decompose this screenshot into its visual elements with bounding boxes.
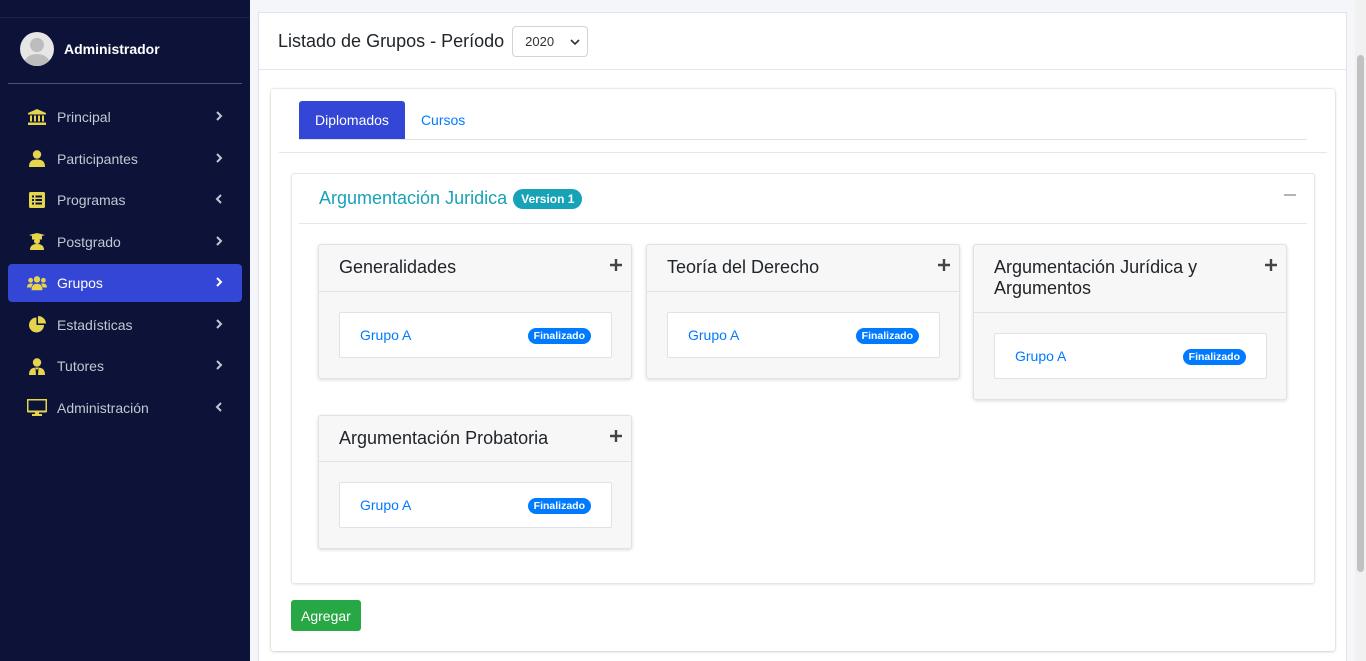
plus-icon[interactable] (937, 258, 951, 272)
groups-card: Diplomados Cursos Argumentación Juridica… (271, 89, 1335, 651)
tab-diplomados[interactable]: Diplomados (299, 101, 405, 139)
scrollbar[interactable] (1355, 0, 1366, 661)
period-select-value: 2020 (525, 33, 555, 49)
module-card: Argumentación Probatoria Grupo A Finaliz… (318, 415, 632, 549)
pie-chart-icon (27, 316, 47, 334)
module-title: Argumentación Jurídica y Argumentos (994, 257, 1198, 298)
divider (279, 152, 1327, 153)
chevron-down-icon (570, 38, 580, 45)
group-link[interactable]: Grupo A (360, 327, 411, 343)
status-badge: Finalizado (1182, 349, 1246, 365)
group-link[interactable]: Grupo A (688, 327, 739, 343)
sidebar: Administrador Principal Participantes Pr… (0, 0, 250, 661)
sidebar-item-participantes[interactable]: Participantes (8, 140, 242, 178)
plus-icon[interactable] (609, 258, 623, 272)
module-header: Argumentación Probatoria (319, 416, 631, 462)
period-select[interactable]: 2020 (512, 25, 589, 57)
group-item[interactable]: Grupo A Finalizado (339, 312, 612, 358)
status-badge: Finalizado (527, 328, 591, 344)
chevron-right-icon (216, 111, 223, 121)
user-icon (27, 150, 47, 168)
chevron-right-icon (216, 235, 223, 246)
module-card: Generalidades Grupo A Finalizado (318, 244, 632, 379)
group-link[interactable]: Grupo A (360, 497, 411, 513)
users-icon (27, 274, 47, 292)
module-title: Argumentación Probatoria (339, 428, 549, 448)
status-badge: Finalizado (527, 498, 591, 514)
group-item[interactable]: Grupo A Finalizado (667, 312, 940, 358)
sidebar-item-label: Programas (57, 192, 126, 208)
plus-icon[interactable] (609, 429, 623, 443)
module-card: Teoría del Derecho Grupo A Finalizado (646, 244, 960, 379)
chevron-left-icon (215, 401, 222, 412)
version-badge: Version 1 (513, 188, 583, 209)
sidebar-item-tutores[interactable]: Tutores (8, 347, 242, 385)
user-panel[interactable]: Administrador (20, 32, 160, 66)
divider (8, 83, 242, 84)
sidebar-item-label: Grupos (57, 275, 103, 291)
avatar (20, 32, 54, 66)
page-header: Listado de Grupos - Período 2020 (259, 13, 1346, 70)
plus-icon[interactable] (1264, 258, 1278, 272)
chevron-right-icon (216, 360, 223, 370)
status-badge: Finalizado (855, 328, 919, 344)
group-link[interactable]: Grupo A (1015, 348, 1066, 364)
module-title: Teoría del Derecho (667, 257, 820, 277)
program-tabs: Diplomados Cursos (299, 101, 1307, 140)
collapse-button[interactable] (1284, 194, 1296, 196)
scrollbar-thumb[interactable] (1357, 55, 1364, 572)
program-header: Argumentación Juridica Version 1 (299, 174, 1307, 224)
main-content: Listado de Grupos - Período 2020 Diploma… (258, 12, 1347, 661)
sidebar-brand-area (0, 0, 250, 18)
sidebar-item-grupos[interactable]: Grupos (8, 264, 242, 302)
module-header: Argumentación Jurídica y Argumentos (974, 245, 1286, 313)
list-icon (27, 191, 47, 209)
group-item[interactable]: Grupo A Finalizado (994, 333, 1267, 379)
sidebar-item-postgrado[interactable]: Postgrado (8, 223, 242, 261)
module-title: Generalidades (339, 257, 457, 277)
add-button[interactable]: Agregar (291, 600, 361, 631)
group-item[interactable]: Grupo A Finalizado (339, 482, 612, 528)
sidebar-item-label: Postgrado (57, 233, 121, 250)
chevron-right-icon (216, 318, 223, 329)
page-title: Listado de Grupos - Período (278, 30, 505, 51)
tutor-icon (27, 357, 47, 375)
sidebar-item-programas[interactable]: Programas (8, 181, 242, 219)
bank-icon (27, 108, 47, 126)
chevron-right-icon (216, 152, 223, 163)
module-card: Argumentación Jurídica y Argumentos Grup… (973, 244, 1287, 400)
sidebar-item-administracion[interactable]: Administración (8, 389, 242, 427)
graduate-icon (27, 233, 47, 251)
sidebar-nav: Principal Participantes Programas Postgr… (8, 98, 242, 430)
module-header: Generalidades (319, 245, 631, 292)
sidebar-item-estadisticas[interactable]: Estadísticas (8, 306, 242, 344)
sidebar-item-label: Participantes (57, 150, 138, 167)
program-title: Argumentación Juridica (319, 188, 508, 208)
sidebar-item-label: Administración (57, 399, 149, 416)
sidebar-item-principal[interactable]: Principal (8, 98, 242, 136)
sidebar-item-label: Tutores (57, 358, 104, 374)
chevron-left-icon (215, 194, 222, 204)
chevron-right-icon (216, 277, 223, 287)
module-header: Teoría del Derecho (647, 245, 959, 292)
tab-cursos[interactable]: Cursos (405, 101, 481, 139)
sidebar-item-label: Principal (57, 109, 111, 125)
program-card: Argumentación Juridica Version 1 General… (291, 173, 1315, 584)
desktop-icon (27, 399, 47, 417)
user-name: Administrador (64, 41, 160, 57)
sidebar-item-label: Estadísticas (57, 316, 133, 333)
